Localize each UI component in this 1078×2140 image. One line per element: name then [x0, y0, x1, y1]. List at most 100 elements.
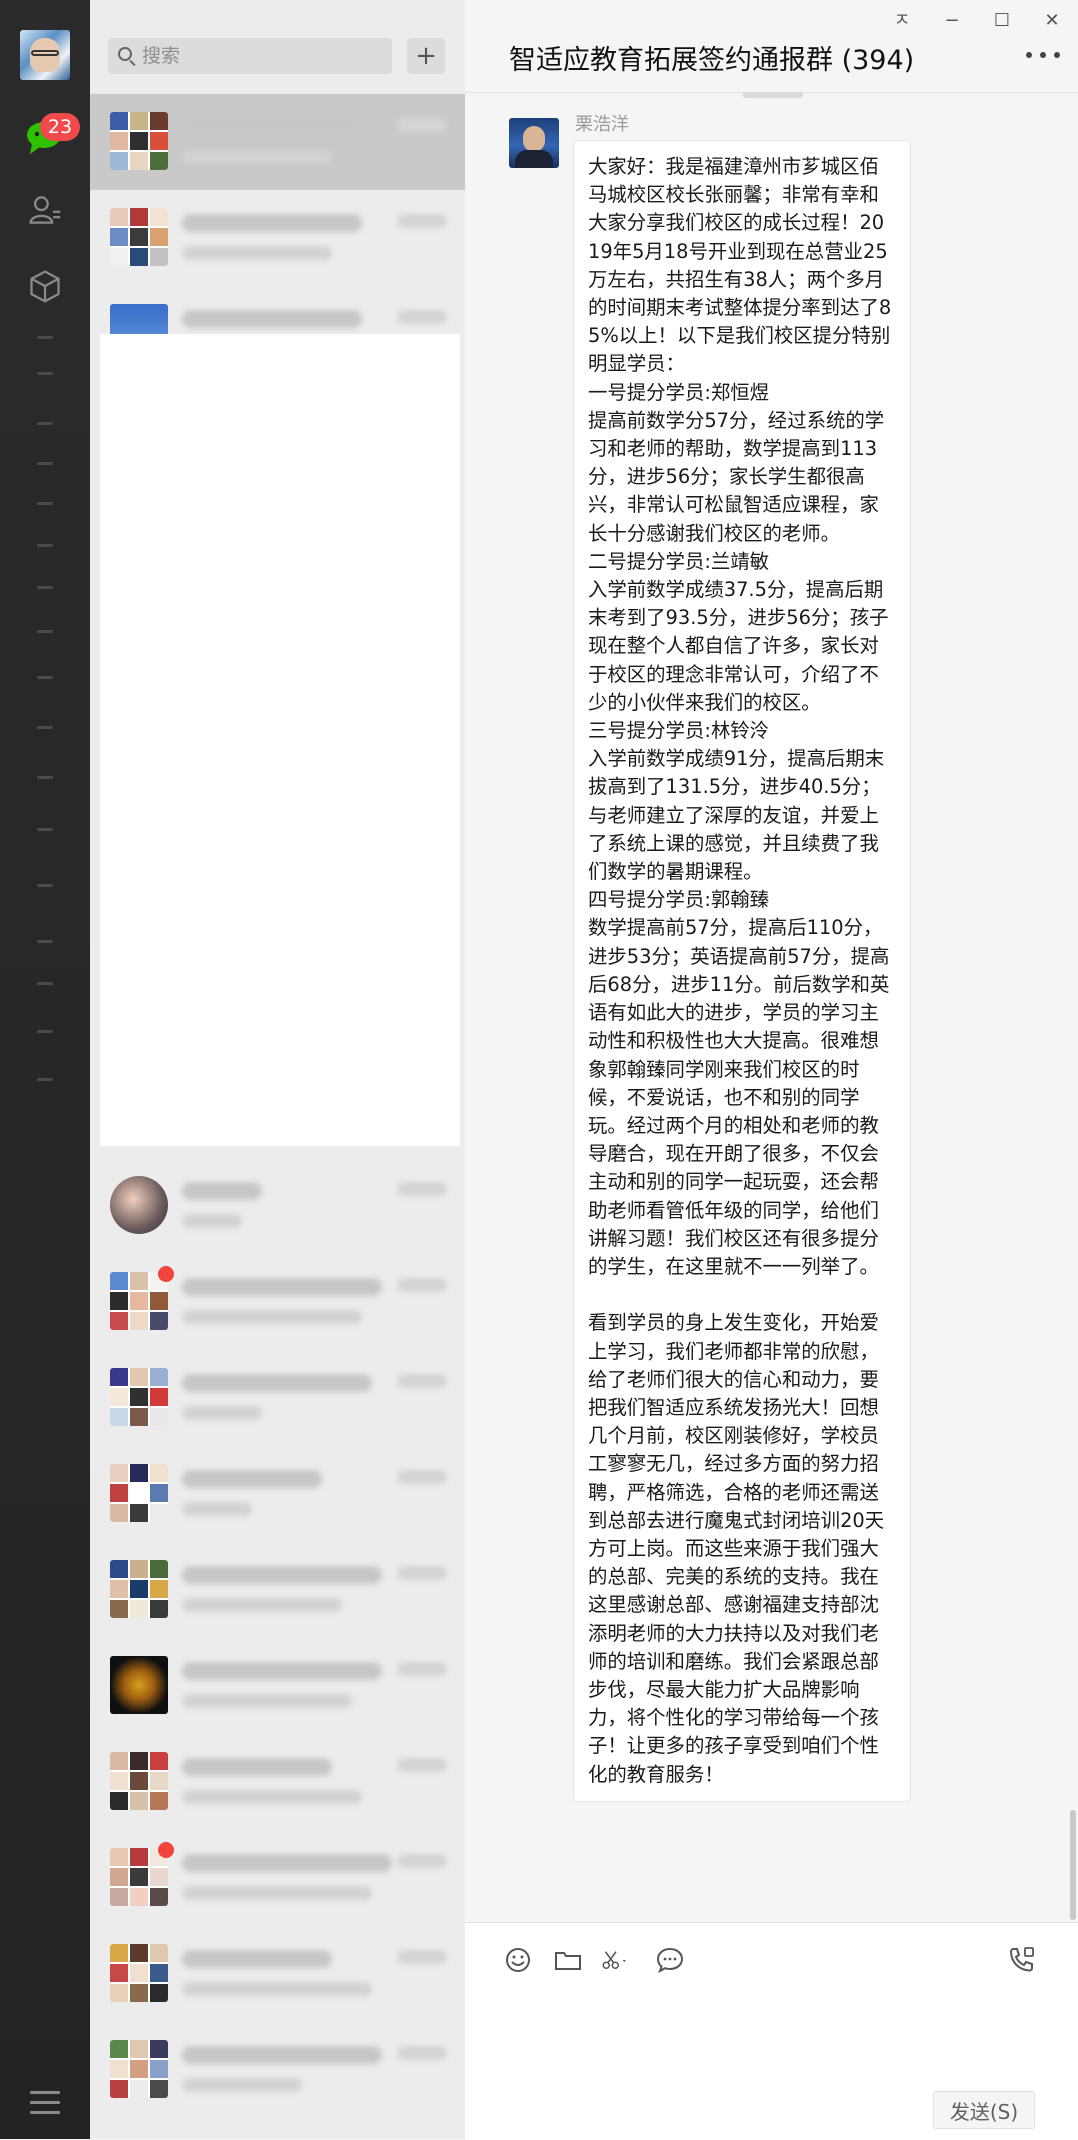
minimize-button[interactable]: − — [937, 8, 967, 34]
chat-header: 智适应教育拓展签约通报群 (394) ㅈ − ☐ ✕ — [465, 0, 1078, 93]
conversation-time — [397, 1566, 447, 1580]
group-avatar — [110, 1368, 168, 1426]
conversation-preview — [182, 1502, 252, 1516]
conversation-name — [182, 1758, 332, 1776]
conversation-preview — [182, 246, 332, 260]
nav-item[interactable] — [37, 630, 53, 633]
group-avatar — [110, 1272, 168, 1330]
conversation-item[interactable] — [90, 1734, 465, 1830]
conversation-time — [397, 1854, 447, 1868]
pin-button[interactable]: ㅈ — [887, 8, 917, 34]
nav-item[interactable] — [37, 544, 53, 547]
conversation-name — [182, 1854, 392, 1872]
group-avatar — [110, 2040, 168, 2098]
conversation-time — [397, 118, 447, 132]
conversation-time — [397, 310, 447, 324]
group-avatar — [110, 208, 168, 266]
send-button[interactable]: 发送(S) — [933, 2091, 1035, 2129]
scissors-icon[interactable] — [601, 1945, 641, 1975]
conversation-item[interactable] — [90, 1254, 465, 1350]
menu-icon-bar — [30, 2111, 60, 2114]
scrollbar[interactable] — [1070, 1810, 1076, 1920]
conversation-item[interactable] — [90, 2022, 465, 2118]
conversation-time — [397, 1374, 447, 1388]
unread-dot — [158, 1266, 174, 1282]
unread-badge: 23 — [40, 113, 80, 141]
nav-item[interactable] — [37, 372, 53, 375]
unread-dot — [158, 1842, 174, 1858]
add-chat-button[interactable]: + — [407, 38, 445, 74]
chat-history-icon[interactable] — [655, 1945, 685, 1975]
nav-item[interactable] — [37, 828, 53, 831]
nav-item[interactable] — [37, 422, 53, 425]
conversation-preview — [182, 1982, 372, 1996]
call-icon-shape — [1009, 1947, 1034, 1972]
search-box[interactable] — [108, 38, 392, 74]
emoji-icon[interactable] — [503, 1945, 533, 1975]
scissors-icon-shape — [602, 1951, 626, 1969]
nav-item[interactable] — [37, 586, 53, 589]
group-avatar — [110, 1848, 168, 1906]
more-icon[interactable] — [1026, 52, 1060, 60]
conversation-item[interactable] — [90, 1926, 465, 2022]
message-input-area[interactable]: 发送(S) — [465, 1922, 1078, 2140]
folder-icon-shape — [555, 1952, 581, 1970]
conversation-item[interactable] — [90, 94, 465, 190]
maximize-button[interactable]: ☐ — [987, 8, 1017, 34]
conversation-item[interactable] — [90, 1158, 465, 1254]
emoji-icon-shape — [506, 1948, 530, 1972]
group-avatar — [110, 1752, 168, 1810]
conversation-preview — [182, 1214, 242, 1228]
close-button[interactable]: ✕ — [1037, 8, 1067, 34]
conversation-preview — [182, 1310, 362, 1324]
call-icon[interactable] — [1007, 1945, 1037, 1975]
conversation-name — [182, 2046, 382, 2064]
favorites-icon[interactable] — [25, 266, 65, 306]
chat-title: 智适应教育拓展签约通报群 (394) — [509, 45, 915, 76]
conversation-preview — [182, 150, 332, 164]
conversation-item[interactable] — [90, 190, 465, 286]
contacts-icon-shape — [29, 196, 61, 224]
nav-item[interactable] — [37, 982, 53, 985]
menu-icon-bar — [30, 2091, 60, 2094]
nav-item[interactable] — [37, 1078, 53, 1081]
nav-item[interactable] — [37, 776, 53, 779]
search-input[interactable] — [142, 38, 382, 74]
conversation-preview — [182, 1886, 372, 1900]
conversation-name — [182, 214, 362, 232]
user-avatar[interactable] — [20, 30, 70, 80]
conversation-preview — [182, 1406, 262, 1420]
conversation-name — [182, 1278, 382, 1296]
conversation-item[interactable] — [90, 1542, 465, 1638]
group-avatar — [110, 1560, 168, 1618]
nav-item[interactable] — [37, 462, 53, 465]
menu-icon[interactable] — [30, 2091, 60, 2114]
nav-item[interactable] — [37, 884, 53, 887]
load-more-indicator[interactable] — [743, 92, 803, 98]
conversation-item[interactable] — [90, 1446, 465, 1542]
conversation-time — [397, 1278, 447, 1292]
folder-icon[interactable] — [553, 1945, 583, 1975]
nav-item[interactable] — [37, 726, 53, 729]
conversation-name — [182, 1950, 332, 1968]
nav-item[interactable] — [37, 502, 53, 505]
sender-avatar-head — [523, 126, 545, 152]
more-icon-dot — [1026, 52, 1032, 58]
contacts-icon[interactable] — [25, 190, 65, 230]
conversation-time — [397, 1470, 447, 1484]
sender-avatar[interactable] — [509, 118, 559, 168]
conversation-avatar — [110, 1176, 168, 1234]
avatar-glasses — [31, 50, 59, 56]
nav-item[interactable] — [37, 676, 53, 679]
message-bubble[interactable]: 大家好：我是福建漳州市芗城区佰马城校区校长张丽馨；非常有幸和大家分享我们校区的成… — [573, 140, 911, 1802]
group-avatar — [110, 1464, 168, 1522]
conversation-item[interactable] — [90, 1830, 465, 1926]
conversation-item[interactable] — [90, 1638, 465, 1734]
group-avatar — [110, 1944, 168, 2002]
nav-item[interactable] — [37, 1030, 53, 1033]
conversation-name — [182, 1374, 372, 1392]
list-blank-area — [100, 334, 460, 1146]
nav-item[interactable] — [37, 940, 53, 943]
nav-item[interactable] — [37, 336, 53, 339]
conversation-item[interactable] — [90, 1350, 465, 1446]
